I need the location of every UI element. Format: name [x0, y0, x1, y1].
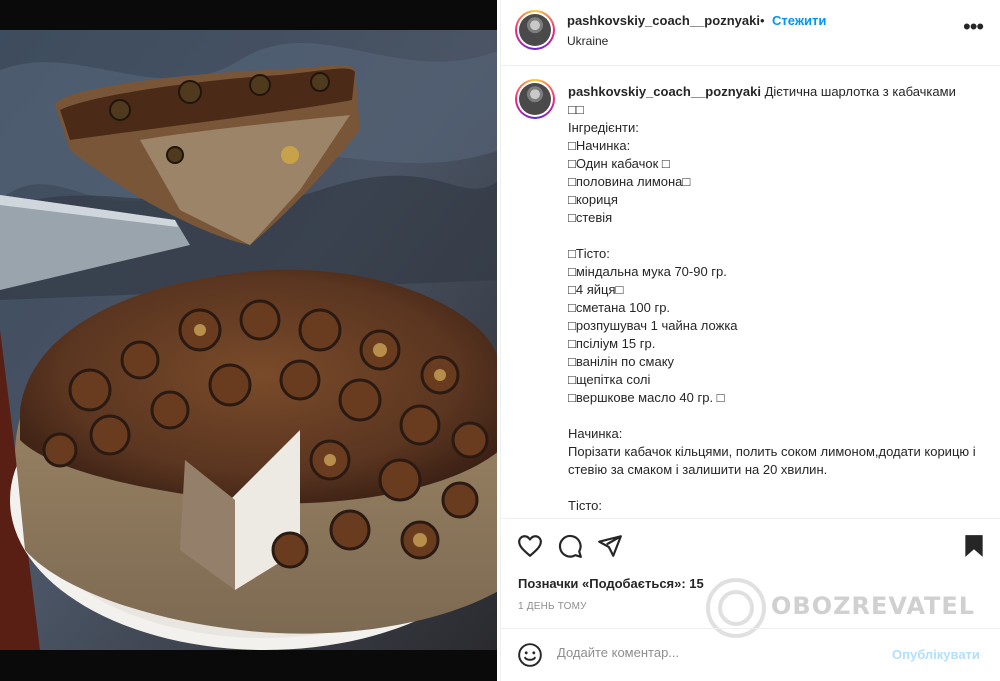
- follow-button[interactable]: Стежити: [772, 13, 826, 28]
- caption-username-link[interactable]: pashkovskiy_coach__poznyaki: [568, 84, 761, 99]
- caption-line: Тісто:: [568, 498, 602, 513]
- photo-letterbox-bottom: [0, 650, 500, 681]
- bookmark-icon[interactable]: [961, 533, 987, 559]
- avatar-ring-inner: [517, 81, 553, 117]
- comment-icon[interactable]: [557, 533, 583, 559]
- avatar-image: [519, 14, 551, 46]
- caption-line: □стевія: [568, 210, 613, 225]
- comment-bar: Опублікувати: [501, 628, 1000, 681]
- more-options-icon[interactable]: •••: [963, 16, 984, 38]
- cake-image: [0, 30, 500, 650]
- caption-line: □псіліум 15 гр.: [568, 336, 656, 351]
- share-icon[interactable]: [597, 533, 623, 559]
- caption-line: □розпушувач 1 чайна ложка: [568, 318, 738, 333]
- caption-line: □Начинка:: [568, 138, 631, 153]
- caption-line: □вершкове масло 40 гр. □: [568, 390, 725, 405]
- caption-line: □ванілін по смаку: [568, 354, 675, 369]
- location-link[interactable]: Ukraine: [567, 34, 608, 48]
- header-separator: •: [760, 13, 765, 28]
- caption-line: □□: [568, 102, 584, 117]
- caption-line: Порізати кабачок кільцями, полить соком …: [568, 444, 976, 477]
- post-photo[interactable]: [0, 0, 500, 681]
- heart-icon[interactable]: [517, 533, 543, 559]
- comment-input[interactable]: [557, 645, 877, 660]
- caption-section: pashkovskiy_coach__poznyaki Дієтична шар…: [501, 67, 1000, 517]
- caption-line: [568, 479, 988, 497]
- caption-line: □сметана 100 гр.: [568, 300, 671, 315]
- caption-title: Дієтична шарлотка з кабачками: [764, 84, 956, 99]
- caption-line: □кориця: [568, 192, 618, 207]
- avatar-ring-inner: [517, 12, 553, 48]
- caption-line: □половина лимона□: [568, 174, 691, 189]
- post-timestamp[interactable]: 1 ДЕНЬ ТОМУ: [518, 601, 587, 612]
- photo-letterbox-top: [0, 0, 500, 30]
- caption-line: □щепітка солі: [568, 372, 651, 387]
- caption-line: Інгредієнти:: [568, 120, 639, 135]
- avatar-image: [519, 83, 551, 115]
- caption-line: □Один кабачок □: [568, 156, 670, 171]
- caption-first-line: pashkovskiy_coach__poznyaki Дієтична шар…: [568, 83, 988, 101]
- caption-line: □4 яйця□: [568, 282, 624, 297]
- likes-count[interactable]: Позначки «Подобається»: 15: [518, 576, 704, 591]
- caption-author-avatar[interactable]: [515, 79, 555, 119]
- caption-text: pashkovskiy_coach__poznyaki Дієтична шар…: [568, 83, 988, 515]
- post-side-panel: pashkovskiy_coach__poznyaki • Стежити Uk…: [500, 0, 1000, 681]
- caption-line: □міндальна мука 70-90 гр.: [568, 264, 727, 279]
- caption-line: □Тісто:: [568, 246, 610, 261]
- watermark-text: OBOZREVATEL: [771, 592, 976, 620]
- caption-line: Начинка:: [568, 426, 623, 441]
- publish-button[interactable]: Опублікувати: [892, 647, 980, 662]
- caption-line: [568, 407, 988, 425]
- author-avatar[interactable]: [515, 10, 555, 50]
- post-header: pashkovskiy_coach__poznyaki • Стежити Uk…: [501, 0, 1000, 66]
- emoji-icon[interactable]: [517, 642, 543, 668]
- author-username-link[interactable]: pashkovskiy_coach__poznyaki: [567, 13, 760, 28]
- caption-line: [568, 227, 988, 245]
